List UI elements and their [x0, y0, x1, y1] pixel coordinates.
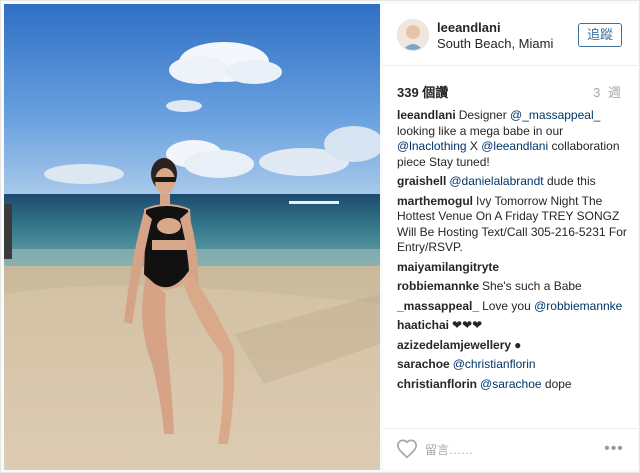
comment-username[interactable]: azizedelamjewellery: [397, 338, 511, 352]
comment-mention[interactable]: @lnaclothing: [397, 139, 467, 153]
avatar[interactable]: [397, 19, 429, 51]
comment-item: haatichai ❤❤❤: [397, 318, 627, 334]
comment-item: robbiemannke She's such a Babe: [397, 279, 627, 295]
follow-button[interactable]: 追蹤: [578, 23, 622, 47]
comment-item: graishell @danielalabrandt dude this: [397, 174, 627, 190]
post-stats: 339 個讚 3 週: [397, 82, 623, 100]
comment-text: dude this: [543, 174, 596, 188]
comment-username[interactable]: maiyamilangitryte: [397, 260, 499, 274]
comment-item: maiyamilangitryte: [397, 260, 627, 276]
comment-mention[interactable]: @_massappeal_: [510, 108, 600, 122]
comment-text: ❤❤❤: [452, 318, 483, 332]
comment-username[interactable]: christianflorin: [397, 377, 477, 391]
comment-username[interactable]: leeandlani: [397, 108, 456, 122]
comment-mention[interactable]: @christianflorin: [453, 357, 536, 371]
comment-username[interactable]: sarachoe: [397, 357, 450, 371]
comment-text: X: [466, 139, 482, 153]
comment-username[interactable]: haatichai: [397, 318, 449, 332]
comment-item: _massappeal_ Love you @robbiemannke: [397, 299, 627, 315]
comment-item: marthemogul Ivy Tomorrow Night The Hottes…: [397, 194, 627, 256]
post-username[interactable]: leeandlani: [437, 20, 501, 35]
comment-text: Love you: [482, 298, 535, 313]
instagram-post-frame: leeandlani South Beach, Miami 追蹤 339 個讚 …: [0, 0, 640, 473]
heart-outline-icon[interactable]: [396, 438, 418, 460]
comment-mention[interactable]: @leeandlani: [481, 139, 548, 153]
comment-text: Designer: [458, 108, 511, 122]
comment-text: dope: [541, 376, 572, 391]
post-photo[interactable]: [4, 4, 380, 470]
comment-username[interactable]: robbiemannke: [397, 279, 479, 293]
comment-item: sarachoe @christianflorin: [397, 357, 627, 373]
comment-mention[interactable]: @robbiemannke: [534, 299, 622, 313]
comment-username[interactable]: graishell: [397, 174, 446, 188]
post-location[interactable]: South Beach, Miami: [437, 36, 553, 51]
post-time[interactable]: 3 週: [593, 82, 623, 101]
comment-text: ●: [514, 337, 522, 352]
ellipsis-icon[interactable]: •••: [601, 437, 627, 461]
comment-list: leeandlani Designer @_massappeal_ looking…: [397, 108, 627, 396]
post-header: leeandlani South Beach, Miami 追蹤: [383, 4, 638, 66]
post-side-panel: leeandlani South Beach, Miami 追蹤 339 個讚 …: [383, 4, 638, 470]
comment-text: She's such a Babe: [482, 279, 582, 293]
comment-text: looking like a mega babe in our: [397, 123, 564, 138]
comment-mention[interactable]: @sarachoe: [480, 377, 542, 391]
comment-username[interactable]: _massappeal_: [397, 299, 479, 313]
comment-text: Stay tuned!: [429, 154, 490, 169]
avatar-image: [398, 20, 428, 50]
comment-item: azizedelamjewellery ●: [397, 338, 627, 354]
comment-mention[interactable]: @danielalabrandt: [449, 174, 543, 188]
comment-username[interactable]: marthemogul: [397, 194, 473, 208]
comment-input[interactable]: [425, 440, 575, 460]
comment-item: leeandlani Designer @_massappeal_ looking…: [397, 108, 627, 170]
comment-item: christianflorin @sarachoe dope: [397, 377, 627, 393]
beach-photo-image: [4, 4, 380, 470]
post-actions: •••: [383, 428, 638, 470]
likes-count[interactable]: 339 個讚: [397, 82, 448, 101]
